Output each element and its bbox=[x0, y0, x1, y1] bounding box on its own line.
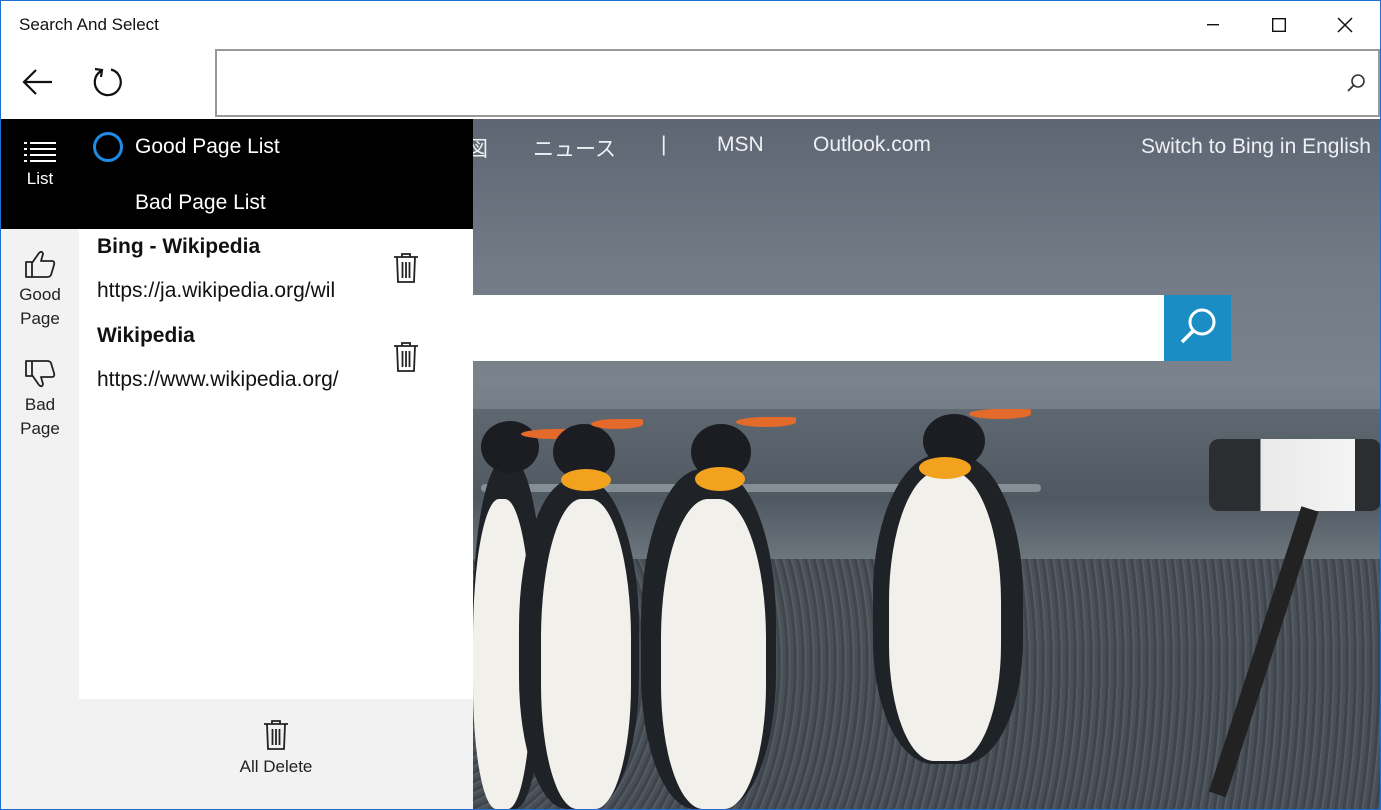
list-label: List bbox=[26, 169, 54, 188]
good-page-label-2: Page bbox=[20, 309, 60, 328]
back-arrow-icon bbox=[22, 68, 54, 101]
nav-rail: List Good Page Bad Page bbox=[1, 119, 79, 809]
bad-page-label-2: Page bbox=[20, 419, 60, 438]
trash-icon bbox=[393, 252, 419, 289]
search-icon[interactable] bbox=[1346, 73, 1366, 98]
camera-image bbox=[1209, 439, 1380, 511]
list-item-title: Bing - Wikipedia bbox=[97, 235, 261, 258]
bing-search-button[interactable] bbox=[1164, 295, 1231, 361]
bad-page-button[interactable]: Bad Page bbox=[1, 359, 79, 441]
refresh-icon bbox=[91, 65, 125, 104]
bing-nav-outlook[interactable]: Outlook.com bbox=[813, 133, 931, 157]
good-page-label-1: Good bbox=[19, 285, 61, 304]
address-bar[interactable] bbox=[215, 49, 1380, 117]
list-icon bbox=[1, 141, 79, 163]
bing-search-input[interactable] bbox=[473, 295, 1165, 361]
list-item-url: https://www.wikipedia.org/ bbox=[97, 368, 339, 391]
list-item-url: https://ja.wikipedia.org/wil bbox=[97, 279, 336, 302]
bing-nav-separator: | bbox=[661, 133, 667, 156]
back-button[interactable] bbox=[5, 51, 71, 117]
bad-page-list-option[interactable]: Bad Page List bbox=[93, 183, 266, 223]
title-bar: Search And Select bbox=[1, 1, 1380, 49]
magnifier-icon bbox=[1177, 305, 1219, 352]
list-item-title: Wikipedia bbox=[97, 324, 195, 347]
list-panel: Good Page List Bad Page List Bing - Wiki… bbox=[79, 119, 473, 809]
radio-selected-icon bbox=[93, 132, 123, 162]
trash-icon bbox=[393, 341, 419, 378]
list-selector: Good Page List Bad Page List bbox=[79, 119, 473, 229]
radio-unselected-icon bbox=[93, 188, 123, 218]
all-delete-label: All Delete bbox=[239, 757, 313, 776]
good-page-button[interactable]: Good Page bbox=[1, 249, 79, 331]
delete-item-button[interactable] bbox=[391, 251, 421, 289]
address-input[interactable] bbox=[227, 55, 1327, 111]
bing-nav-msn[interactable]: MSN bbox=[717, 133, 764, 157]
list-item[interactable]: Wikipedia https://www.wikipedia.org/ bbox=[79, 322, 473, 412]
all-delete-button[interactable]: All Delete bbox=[79, 719, 473, 777]
refresh-button[interactable] bbox=[75, 51, 141, 117]
bing-switch-language[interactable]: Switch to Bing in English bbox=[1141, 135, 1371, 159]
bad-page-label-1: Bad bbox=[24, 395, 56, 414]
navigation-bar bbox=[1, 49, 1380, 119]
app-window: Search And Select 図 ニュース | MSN Outlook.c… bbox=[0, 0, 1381, 810]
good-page-list-option[interactable]: Good Page List bbox=[93, 127, 280, 167]
window-title: Search And Select bbox=[19, 15, 159, 34]
thumbs-up-icon bbox=[1, 249, 79, 279]
bing-nav-news[interactable]: ニュース bbox=[533, 133, 616, 163]
trash-icon bbox=[79, 719, 473, 751]
list-item[interactable]: Bing - Wikipedia https://ja.wikipedia.or… bbox=[79, 233, 473, 323]
bad-page-list-label: Bad Page List bbox=[135, 191, 266, 214]
maximize-button[interactable] bbox=[1246, 1, 1312, 49]
close-button[interactable] bbox=[1312, 1, 1378, 49]
delete-item-button[interactable] bbox=[391, 340, 421, 378]
minimize-button[interactable] bbox=[1180, 1, 1246, 49]
list-button[interactable]: List bbox=[1, 141, 79, 191]
good-page-list-label: Good Page List bbox=[135, 135, 280, 158]
panel-footer: All Delete bbox=[79, 699, 473, 809]
thumbs-down-icon bbox=[1, 359, 79, 389]
